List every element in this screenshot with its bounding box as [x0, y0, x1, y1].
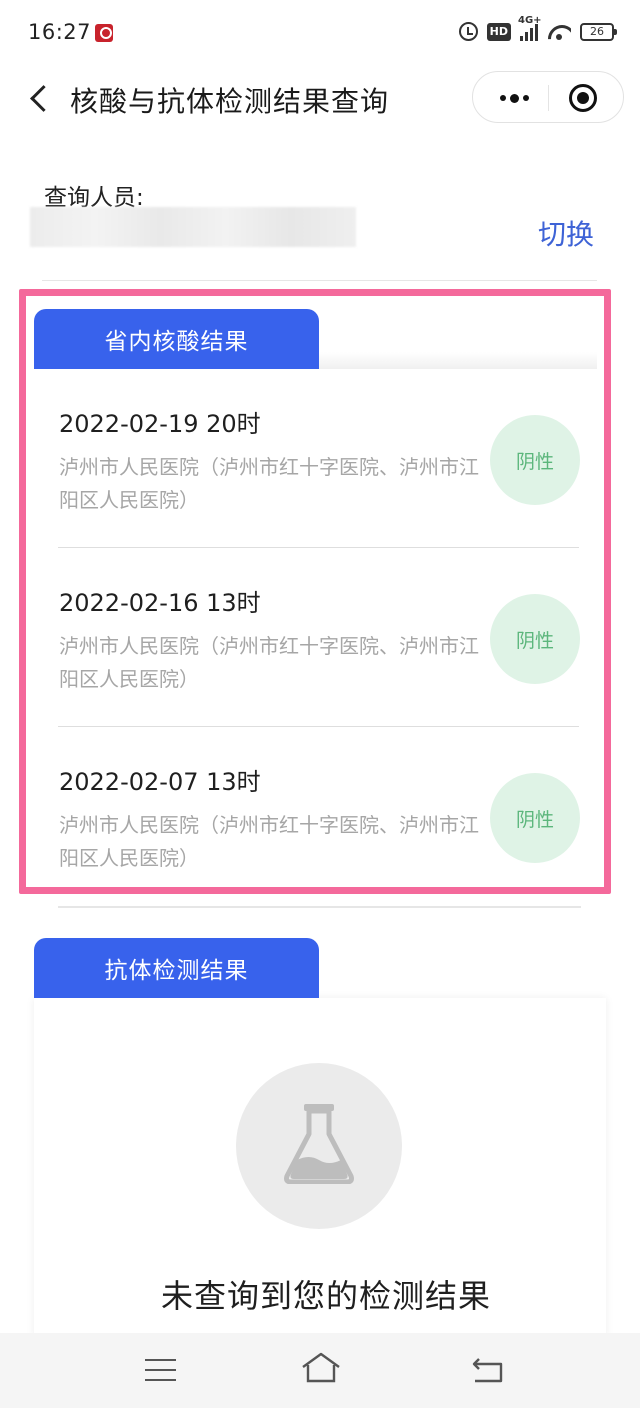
person-name-redacted	[30, 207, 356, 247]
capsule-divider	[548, 85, 549, 111]
menu-icon[interactable]	[145, 1359, 176, 1381]
status-bar: 16:27 HD 4G+ 26	[0, 0, 640, 64]
divider	[42, 280, 597, 281]
system-back-icon[interactable]	[471, 1355, 505, 1385]
back-arrow-icon[interactable]	[26, 84, 56, 114]
more-icon[interactable]	[489, 78, 539, 118]
network-type: 4G+	[518, 14, 542, 26]
highlight-frame	[19, 289, 611, 894]
wifi-icon	[547, 23, 571, 41]
close-miniprogram-icon[interactable]	[569, 84, 597, 112]
mini-program-capsule	[472, 71, 624, 123]
signal-icon: 4G+	[518, 15, 542, 41]
empty-state-text: 未查询到您的检测结果	[160, 1277, 491, 1315]
page-title: 核酸与抗体检测结果查询	[70, 85, 390, 118]
hd-icon: HD	[486, 22, 511, 41]
status-indicators: HD 4G+ 26	[458, 15, 617, 41]
section-divider	[58, 906, 581, 908]
status-time: 16:27	[28, 20, 92, 44]
system-nav-bar	[0, 1333, 640, 1408]
battery-icon: 26	[580, 22, 617, 41]
switch-person-button[interactable]: 切换	[538, 213, 594, 253]
flask-icon	[284, 1104, 354, 1184]
tab-antibody[interactable]: 抗体检测结果	[34, 938, 319, 998]
notification-icon	[95, 24, 113, 42]
alarm-icon	[458, 22, 478, 41]
home-icon[interactable]	[300, 1350, 342, 1386]
